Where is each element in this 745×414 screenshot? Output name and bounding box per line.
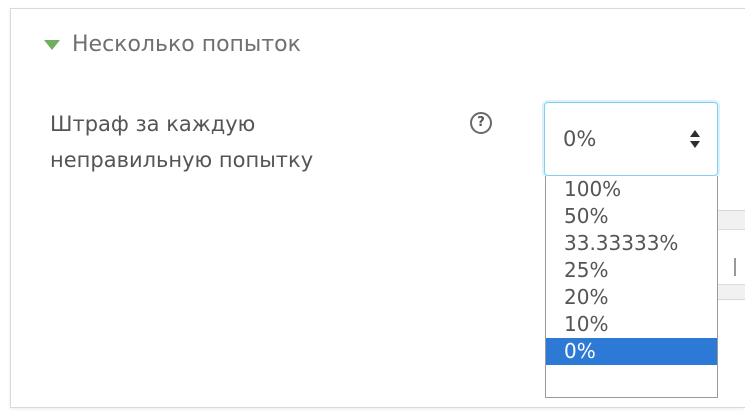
background-input-fragment [718,229,745,285]
dropdown-empty-space [546,372,717,397]
dropdown-option-0[interactable]: 0% [546,338,717,365]
updown-arrows-icon [690,130,700,148]
background-text-cursor [734,258,736,276]
help-icon[interactable]: ? [470,112,492,134]
penalty-select[interactable]: 0% [544,102,718,176]
penalty-select-value: 0% [563,127,597,151]
section-header-multiple-tries[interactable]: Несколько попыток [44,24,301,64]
dropdown-option-25[interactable]: 25% [546,257,717,284]
dropdown-option-10[interactable]: 10% [546,311,717,338]
penalty-field-label: Штраф за каждую неправильную попытку [50,112,314,172]
expand-triangle-icon[interactable] [44,40,60,50]
section-title[interactable]: Несколько попыток [72,32,301,57]
dropdown-option-33-33333[interactable]: 33.33333% [546,230,717,257]
dropdown-option-100[interactable]: 100% [546,176,717,203]
background-table-fragment [718,210,745,300]
penalty-dropdown-list[interactable]: 100% 50% 33.33333% 25% 20% 10% 0% [545,176,718,398]
dropdown-option-50[interactable]: 50% [546,203,717,230]
dropdown-option-20[interactable]: 20% [546,284,717,311]
